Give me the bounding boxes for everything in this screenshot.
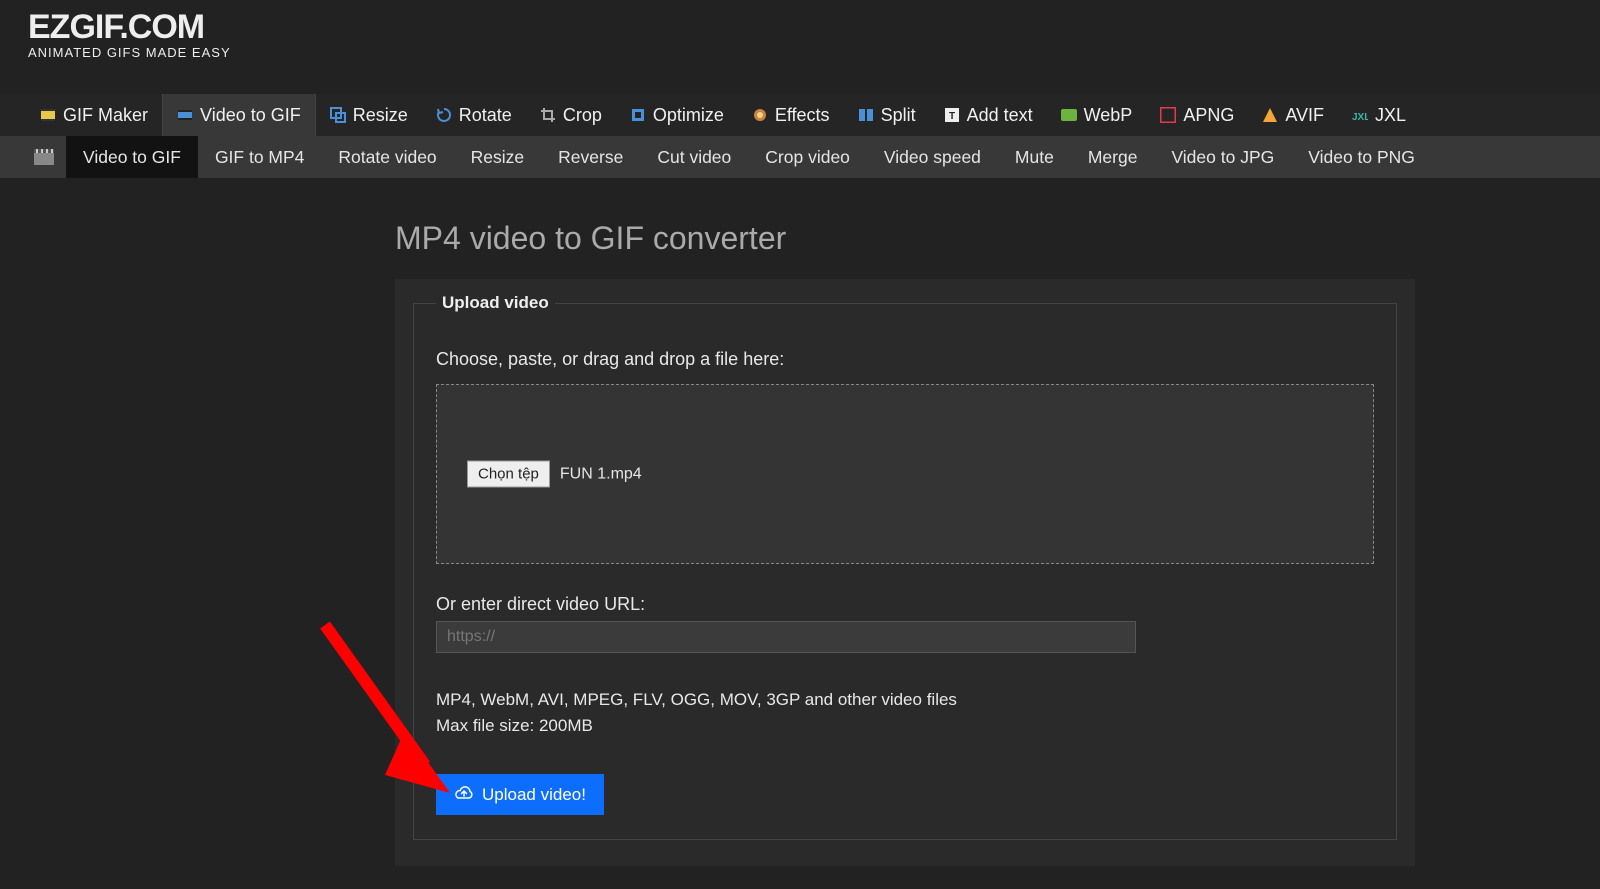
upload-panel: Upload video Choose, paste, or drag and … (395, 279, 1415, 866)
choose-file-button[interactable]: Chọn tệp (467, 461, 550, 488)
nav-primary-label: Optimize (653, 105, 724, 126)
upload-button[interactable]: Upload video! (436, 774, 604, 815)
nav-secondary-item[interactable]: Resize (454, 136, 542, 178)
split-blue-icon (858, 107, 874, 123)
nav-secondary-item[interactable]: Merge (1071, 136, 1155, 178)
logo-tagline: ANIMATED GIFS MADE EASY (28, 45, 1600, 60)
nav-secondary-item[interactable]: Video speed (867, 136, 998, 178)
nav-secondary-item[interactable]: Reverse (541, 136, 640, 178)
film-yellow-icon (40, 107, 56, 123)
nav-primary-item[interactable]: JXL JXL (1338, 94, 1420, 136)
nav-primary-label: Split (881, 105, 916, 126)
nav-primary-item[interactable]: T Add text (930, 94, 1047, 136)
apng-red-icon (1160, 107, 1176, 123)
upload-fieldset: Upload video Choose, paste, or drag and … (413, 293, 1397, 840)
nav-primary-item[interactable]: WebP (1047, 94, 1147, 136)
nav-primary-item[interactable]: AVIF (1248, 94, 1338, 136)
opt-blue-icon (630, 107, 646, 123)
nav-primary-item[interactable]: Video to GIF (162, 94, 316, 136)
secondary-nav: Video to GIFGIF to MP4Rotate videoResize… (0, 136, 1600, 178)
nav-secondary-item[interactable]: Crop video (748, 136, 867, 178)
nav-primary-label: Video to GIF (200, 105, 301, 126)
selected-file-name: FUN 1.mp4 (560, 465, 642, 483)
max-size: Max file size: 200MB (436, 713, 1374, 739)
avif-orange-icon (1262, 107, 1278, 123)
nav-secondary-item[interactable]: Rotate video (321, 136, 453, 178)
nav-secondary-item[interactable]: GIF to MP4 (198, 136, 321, 178)
svg-text:JXL: JXL (1352, 112, 1368, 123)
text-white-icon: T (944, 107, 960, 123)
formats-hint: MP4, WebM, AVI, MPEG, FLV, OGG, MOV, 3GP… (436, 687, 1374, 738)
nav-primary-item[interactable]: Rotate (422, 94, 526, 136)
strip-blue-icon (177, 107, 193, 123)
webp-green-icon (1061, 107, 1077, 123)
rotate-blue-icon (436, 107, 452, 123)
site-header: EZGIF.COM ANIMATED GIFS MADE EASY (0, 0, 1600, 60)
nav-primary-label: Crop (563, 105, 602, 126)
nav-secondary-item[interactable]: Video to JPG (1154, 136, 1291, 178)
nav-primary-label: Resize (353, 105, 408, 126)
nav-primary-label: APNG (1183, 105, 1234, 126)
page-title: MP4 video to GIF converter (395, 220, 1415, 257)
nav-primary-item[interactable]: Optimize (616, 94, 738, 136)
wand-icon (752, 107, 768, 123)
upload-legend: Upload video (436, 293, 555, 313)
nav-primary-item[interactable]: Effects (738, 94, 844, 136)
svg-text:T: T (949, 111, 955, 122)
primary-nav: GIF Maker Video to GIF Resize Rotate Crop Opt… (0, 94, 1600, 136)
logo-main[interactable]: EZGIF.COM (28, 8, 1600, 47)
crop-grey-icon (540, 107, 556, 123)
supported-formats: MP4, WebM, AVI, MPEG, FLV, OGG, MOV, 3GP… (436, 687, 1374, 713)
main-content: MP4 video to GIF converter Upload video … (395, 178, 1415, 866)
nav-secondary-item[interactable]: Video to GIF (66, 136, 198, 178)
nav-primary-label: JXL (1375, 105, 1406, 126)
choose-instruction: Choose, paste, or drag and drop a file h… (436, 349, 1374, 370)
jxl-teal-icon: JXL (1352, 107, 1368, 123)
upload-button-label: Upload video! (482, 785, 586, 805)
url-label: Or enter direct video URL: (436, 594, 1374, 615)
nav-primary-label: GIF Maker (63, 105, 148, 126)
nav-primary-item[interactable]: APNG (1146, 94, 1248, 136)
nav-secondary-item[interactable]: Cut video (640, 136, 748, 178)
nav-primary-item[interactable]: GIF Maker (26, 94, 162, 136)
nav-primary-label: Effects (775, 105, 830, 126)
file-dropzone[interactable]: Chọn tệp FUN 1.mp4 (436, 384, 1374, 564)
nav-secondary-item[interactable]: Mute (998, 136, 1071, 178)
nav-primary-label: Add text (967, 105, 1033, 126)
resize-blue-icon (330, 107, 346, 123)
nav-primary-item[interactable]: Split (844, 94, 930, 136)
cloud-upload-icon (454, 784, 474, 805)
nav-primary-label: AVIF (1285, 105, 1324, 126)
nav-primary-item[interactable]: Resize (316, 94, 422, 136)
url-input[interactable] (436, 621, 1136, 653)
clapboard-icon (34, 149, 54, 165)
nav-primary-label: Rotate (459, 105, 512, 126)
nav-primary-label: WebP (1084, 105, 1133, 126)
nav-primary-item[interactable]: Crop (526, 94, 616, 136)
nav-secondary-item[interactable]: Video to PNG (1291, 136, 1432, 178)
